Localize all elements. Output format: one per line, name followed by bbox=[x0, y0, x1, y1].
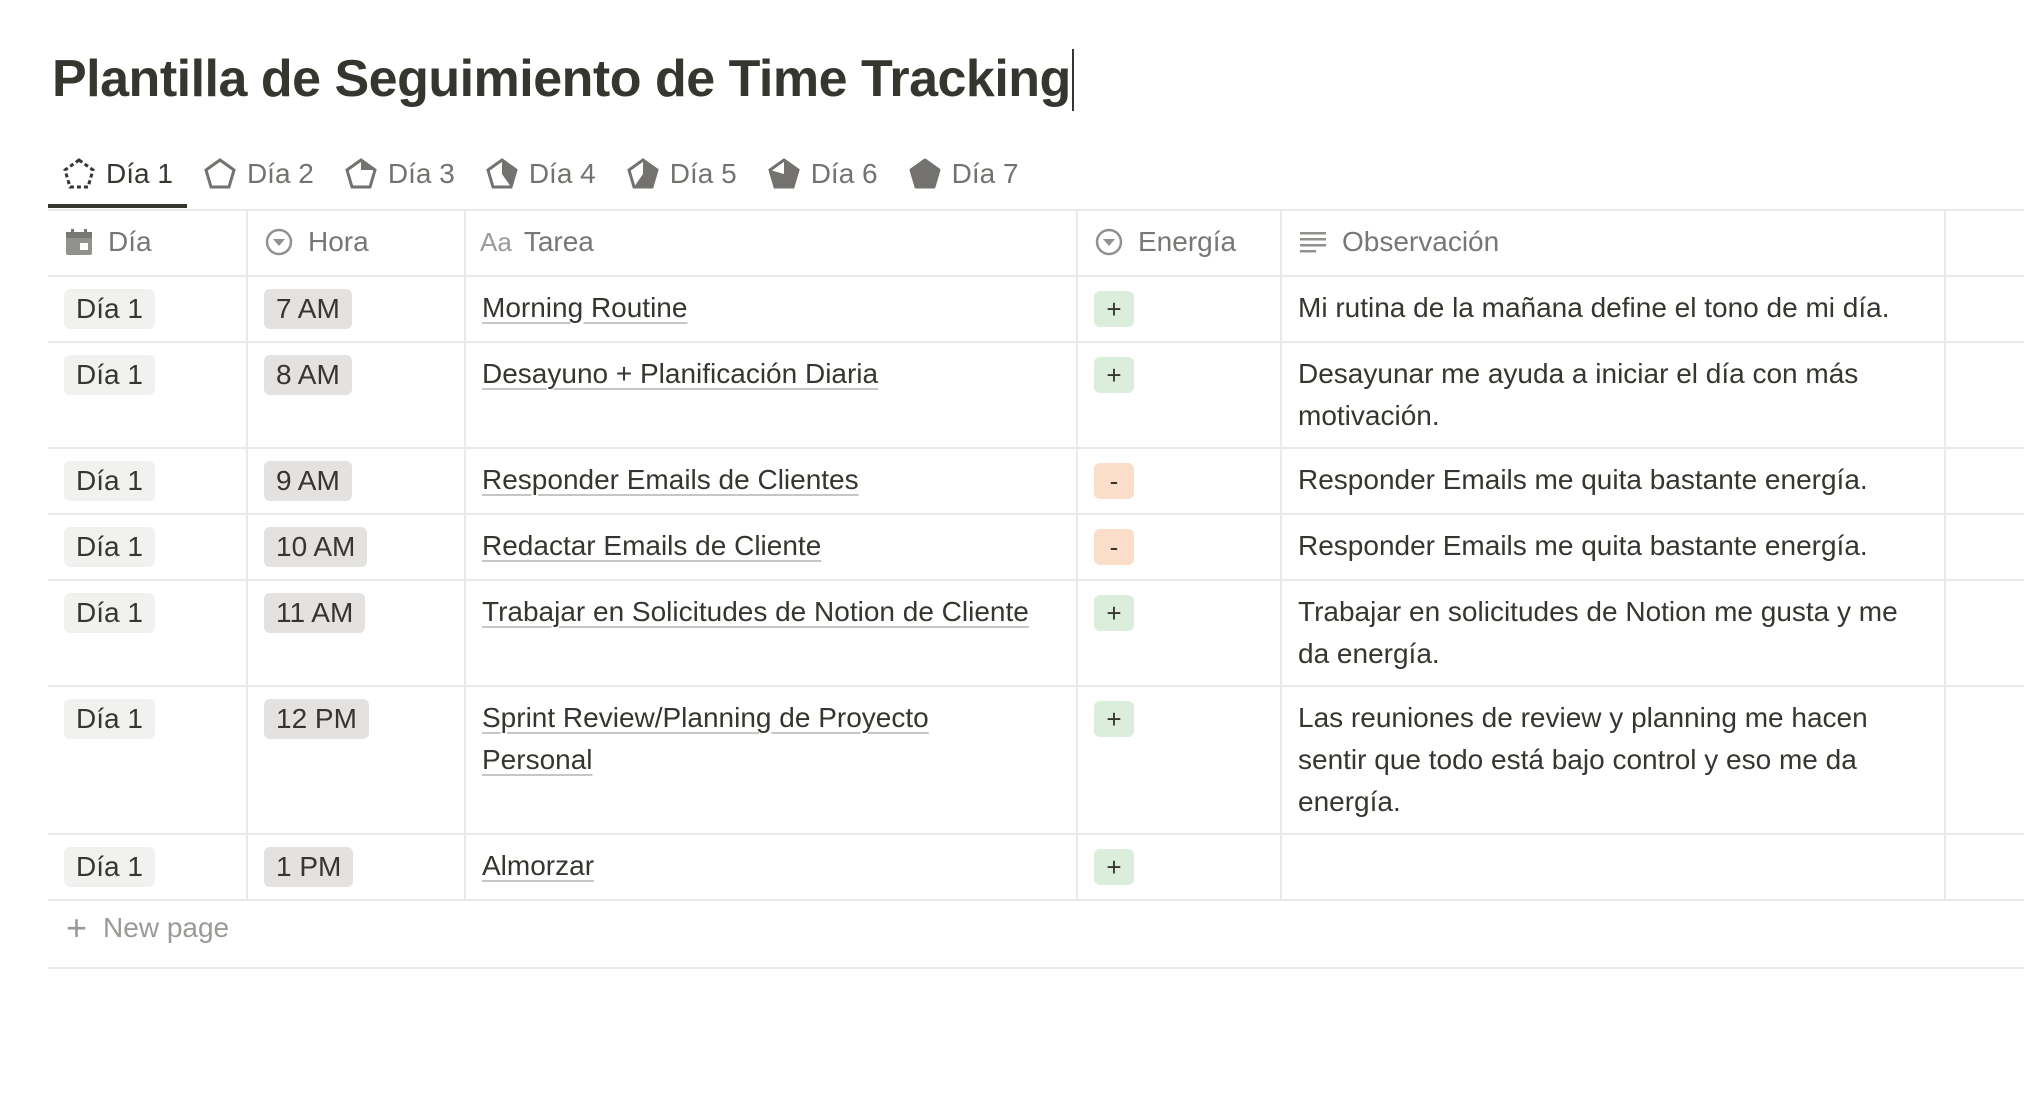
calendar-icon bbox=[66, 229, 92, 255]
column-header-hora[interactable]: Hora bbox=[264, 210, 369, 274]
hora-tag[interactable]: 1 PM bbox=[264, 847, 354, 887]
energy-tag[interactable]: + bbox=[1094, 849, 1134, 885]
task-title[interactable]: Sprint Review/Planning de Proyecto Perso… bbox=[482, 687, 1042, 781]
select-property-icon bbox=[1095, 228, 1123, 256]
energy-tag[interactable]: + bbox=[1094, 357, 1134, 393]
tab-label: Día 5 bbox=[669, 158, 737, 189]
energy-tag[interactable]: - bbox=[1094, 529, 1134, 565]
text-property-icon bbox=[1300, 232, 1326, 253]
new-page-label: New page bbox=[103, 912, 230, 943]
table-row[interactable]: Día 1 7 AM Morning Routine + Mi rutina d… bbox=[48, 277, 2024, 341]
task-title[interactable]: Redactar Emails de Cliente bbox=[482, 515, 1042, 567]
task-title[interactable]: Trabajar en Solicitudes de Notion de Cli… bbox=[482, 581, 1042, 633]
tab-dia-1[interactable]: Día 1 bbox=[48, 140, 187, 208]
page-title[interactable]: Plantilla de Seguimiento de Time Trackin… bbox=[52, 44, 1074, 114]
energy-tag[interactable]: + bbox=[1094, 291, 1134, 327]
tab-label: Día 4 bbox=[528, 158, 596, 189]
pentagon-outline-icon bbox=[63, 158, 95, 189]
dia-tag[interactable]: Día 1 bbox=[64, 593, 155, 633]
tab-dia-6[interactable]: Día 6 bbox=[753, 140, 892, 208]
task-title[interactable]: Almorzar bbox=[482, 835, 1042, 887]
row-divider bbox=[48, 967, 2024, 969]
dia-tag[interactable]: Día 1 bbox=[64, 527, 155, 567]
hora-tag[interactable]: 8 AM bbox=[264, 355, 352, 395]
tab-label: Día 2 bbox=[246, 158, 314, 189]
table-row[interactable]: Día 1 10 AM Redactar Emails de Cliente -… bbox=[48, 515, 2024, 579]
observation-text[interactable]: Las reuniones de review y planning me ha… bbox=[1298, 687, 1928, 823]
new-page-button[interactable]: + New page bbox=[66, 907, 230, 948]
view-tabs: Día 1 Día 2 Día 3 Día 4 Día 5 Día 6 Día … bbox=[48, 140, 1035, 208]
dia-tag[interactable]: Día 1 bbox=[64, 289, 155, 329]
tab-label: Día 6 bbox=[810, 158, 878, 189]
dia-tag[interactable]: Día 1 bbox=[64, 461, 155, 501]
table-header: Día Hora Aa Tarea Energía Observación bbox=[48, 210, 2024, 274]
title-property-icon: Aa bbox=[480, 226, 512, 257]
observation-text[interactable]: Desayunar me ayuda a iniciar el día con … bbox=[1298, 343, 1928, 437]
tab-dia-3[interactable]: Día 3 bbox=[330, 140, 469, 208]
text-cursor bbox=[1071, 49, 1074, 112]
tab-label: Día 7 bbox=[951, 158, 1019, 189]
pentagon-partial-icon bbox=[767, 158, 800, 189]
tab-dia-7[interactable]: Día 7 bbox=[894, 140, 1033, 208]
tab-dia-5[interactable]: Día 5 bbox=[612, 140, 751, 208]
column-header-energia[interactable]: Energía bbox=[1094, 210, 1236, 274]
energy-tag[interactable]: + bbox=[1094, 701, 1134, 737]
hora-tag[interactable]: 9 AM bbox=[264, 461, 352, 501]
energy-tag[interactable]: + bbox=[1094, 595, 1134, 631]
hora-tag[interactable]: 7 AM bbox=[264, 289, 352, 329]
pentagon-outline-icon bbox=[204, 158, 236, 189]
dia-tag[interactable]: Día 1 bbox=[64, 699, 155, 739]
select-property-icon bbox=[265, 228, 293, 256]
observation-text[interactable]: Mi rutina de la mañana define el tono de… bbox=[1298, 277, 1928, 329]
observation-text[interactable]: Responder Emails me quita bastante energ… bbox=[1298, 515, 1928, 567]
table-row[interactable]: Día 1 12 PM Sprint Review/Planning de Pr… bbox=[48, 687, 2024, 833]
pentagon-filled-icon bbox=[909, 158, 941, 189]
column-header-dia[interactable]: Día bbox=[64, 210, 152, 274]
task-title[interactable]: Morning Routine bbox=[482, 277, 1042, 329]
tab-label: Día 3 bbox=[387, 158, 455, 189]
dia-tag[interactable]: Día 1 bbox=[64, 847, 155, 887]
column-header-tarea[interactable]: Aa Tarea bbox=[480, 210, 594, 274]
observation-text[interactable]: Trabajar en solicitudes de Notion me gus… bbox=[1298, 581, 1928, 675]
observation-text[interactable]: Responder Emails me quita bastante energ… bbox=[1298, 449, 1928, 501]
table-row[interactable]: Día 1 11 AM Trabajar en Solicitudes de N… bbox=[48, 581, 2024, 685]
hora-tag[interactable]: 10 AM bbox=[264, 527, 368, 567]
pentagon-partial-icon bbox=[627, 158, 659, 189]
table-row[interactable]: Día 1 1 PM Almorzar + bbox=[48, 835, 2024, 899]
dia-tag[interactable]: Día 1 bbox=[64, 355, 155, 395]
row-divider bbox=[48, 899, 2024, 901]
observation-text[interactable] bbox=[1298, 835, 1928, 845]
table-row[interactable]: Día 1 8 AM Desayuno + Planificación Diar… bbox=[48, 343, 2024, 447]
hora-tag[interactable]: 12 PM bbox=[264, 699, 369, 739]
task-title[interactable]: Responder Emails de Clientes bbox=[482, 449, 1042, 501]
hora-tag[interactable]: 11 AM bbox=[264, 593, 366, 633]
tab-label: Día 1 bbox=[106, 158, 173, 189]
table-row[interactable]: Día 1 9 AM Responder Emails de Clientes … bbox=[48, 449, 2024, 513]
tab-dia-4[interactable]: Día 4 bbox=[471, 140, 610, 208]
column-header-observacion[interactable]: Observación bbox=[1298, 210, 1499, 274]
pentagon-partial-icon bbox=[486, 158, 518, 189]
plus-icon: + bbox=[66, 907, 88, 948]
pentagon-partial-icon bbox=[345, 158, 377, 189]
energy-tag[interactable]: - bbox=[1094, 463, 1134, 499]
tab-dia-2[interactable]: Día 2 bbox=[189, 140, 328, 208]
task-title[interactable]: Desayuno + Planificación Diaria bbox=[482, 343, 1042, 395]
